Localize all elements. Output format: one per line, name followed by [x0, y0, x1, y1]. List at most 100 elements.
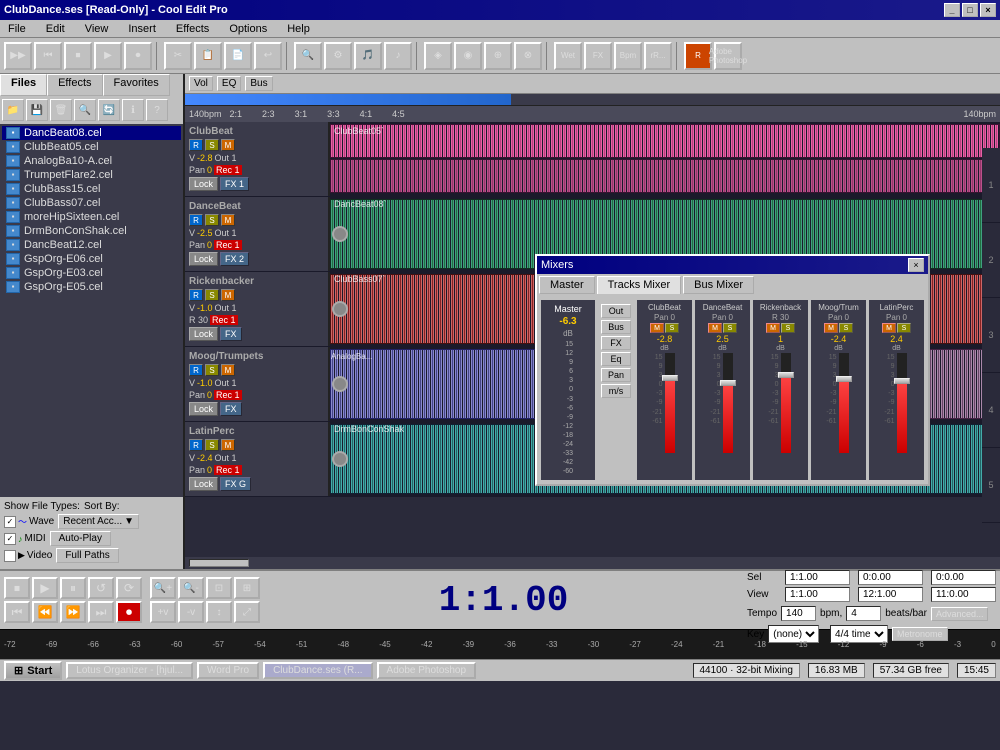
mixer-eq-button[interactable]: Eq — [601, 352, 631, 366]
fx-button[interactable]: FX G — [220, 477, 251, 491]
panel-save-btn[interactable]: 💾 — [26, 99, 48, 121]
panel-info-btn[interactable]: ℹ — [122, 99, 144, 121]
vol-button[interactable]: Vol — [189, 76, 213, 91]
file-item[interactable]: ▪ moreHipSixteen.cel — [2, 210, 181, 224]
file-item[interactable]: ▪ AnalogBa10-A.cel — [2, 154, 181, 168]
mute-button[interactable]: M — [221, 214, 235, 226]
zoom-fit-button[interactable]: ⊡ — [206, 577, 232, 599]
solo-button[interactable]: S — [205, 439, 219, 451]
record-arm-button[interactable]: R — [189, 214, 203, 226]
stop-button[interactable]: ⏹ — [4, 577, 30, 599]
mute-button[interactable]: M — [221, 289, 235, 301]
toolbar-btn-22[interactable]: R — [684, 42, 712, 70]
loop2-button[interactable]: ⟳ — [116, 577, 142, 599]
mute-button[interactable]: M — [221, 364, 235, 376]
zoom-full-button[interactable]: ⊞ — [234, 577, 260, 599]
tab-master[interactable]: Master — [539, 276, 595, 294]
mixer-close-button[interactable]: × — [908, 258, 924, 272]
menu-effects[interactable]: Effects — [172, 23, 213, 35]
toolbar-btn-17[interactable]: ⊗ — [514, 42, 542, 70]
tab-files[interactable]: Files — [0, 74, 47, 96]
channel-fader[interactable]: 15 9 3 0 -3 -9 -21 -61 — [761, 353, 801, 453]
mixer-ms-button[interactable]: m/s — [601, 384, 631, 398]
taskbar-clubdance[interactable]: ClubDance.ses (R... — [263, 662, 372, 679]
panel-delete-btn[interactable]: 🗑 — [50, 99, 72, 121]
lock-button[interactable]: Lock — [189, 177, 218, 191]
metronome-button[interactable]: Metronome — [892, 627, 948, 641]
mixer-bus-button[interactable]: Bus — [601, 320, 631, 334]
fast-forward-button[interactable]: ⏩ — [60, 601, 86, 623]
toolbar-btn-1[interactable]: ▶▶ — [4, 42, 32, 70]
forward-to-end-button[interactable]: ⏭ — [88, 601, 114, 623]
zoom-full-v-button[interactable]: ⤢ — [234, 601, 260, 623]
record-arm-button[interactable]: R — [189, 364, 203, 376]
start-button[interactable]: ⊞ Start — [4, 661, 62, 680]
taskbar-photoshop[interactable]: Adobe Photoshop — [377, 662, 477, 679]
toolbar-btn-15[interactable]: ◉ — [454, 42, 482, 70]
toolbar-btn-20[interactable]: Bpm — [614, 42, 642, 70]
autoplay-button[interactable]: Auto-Play — [50, 531, 111, 546]
zoom-out-button[interactable]: 🔍- — [178, 577, 204, 599]
menu-file[interactable]: File — [4, 23, 30, 35]
tab-bus-mixer[interactable]: Bus Mixer — [683, 276, 754, 294]
toolbar-btn-3[interactable]: ⏹ — [64, 42, 92, 70]
toolbar-btn-4[interactable]: ▶ — [94, 42, 122, 70]
mixer-out-button[interactable]: Out — [601, 304, 631, 318]
toolbar-btn-6[interactable]: ✂ — [164, 42, 192, 70]
toolbar-adobe[interactable]: Adobe Photoshop — [714, 42, 742, 70]
menu-help[interactable]: Help — [283, 23, 314, 35]
file-item[interactable]: ▪ ClubBeat05.cel — [2, 140, 181, 154]
fx-button[interactable]: FX 1 — [220, 177, 249, 191]
tempo-field[interactable]: 140 — [781, 606, 816, 621]
fader-handle[interactable] — [836, 376, 852, 382]
taskbar-lotus[interactable]: Lotus Organizer - [hjul... — [66, 662, 193, 679]
lock-button[interactable]: Lock — [189, 402, 218, 416]
file-item[interactable]: ▪ DrmBonConShak.cel — [2, 224, 181, 238]
panel-help-btn[interactable]: ? — [146, 99, 168, 121]
toolbar-btn-16[interactable]: ⊕ — [484, 42, 512, 70]
file-item[interactable]: ▪ TrumpetFlare2.cel — [2, 168, 181, 182]
file-item[interactable]: ▪ GspOrg-E05.cel — [2, 280, 181, 294]
full-paths-button[interactable]: Full Paths — [56, 548, 118, 563]
zoom-out-v-button[interactable]: -v — [178, 601, 204, 623]
channel-solo-button[interactable]: S — [723, 323, 737, 333]
channel-mute-button[interactable]: M — [650, 323, 664, 333]
fader-handle[interactable] — [662, 375, 678, 381]
channel-fader[interactable]: 15 9 3 0 -3 -9 -21 -61 — [703, 353, 743, 453]
toolbar-btn-11[interactable]: ⚙ — [324, 42, 352, 70]
fader-handle[interactable] — [894, 378, 910, 384]
fader-handle[interactable] — [778, 372, 794, 378]
rewind-to-start-button[interactable]: ⏮ — [4, 601, 30, 623]
channel-fader[interactable]: 15 9 3 0 -3 -9 -21 -61 — [877, 353, 917, 453]
video-checkbox[interactable] — [4, 550, 16, 562]
menu-edit[interactable]: Edit — [42, 23, 69, 35]
solo-button[interactable]: S — [205, 289, 219, 301]
sort-dropdown[interactable]: Recent Acc... ▼ — [58, 514, 139, 529]
toolbar-btn-5[interactable]: ⏺ — [124, 42, 152, 70]
lock-button[interactable]: Lock — [189, 327, 218, 341]
zoom-in-button[interactable]: 🔍+ — [150, 577, 176, 599]
toolbar-btn-18[interactable]: Wet — [554, 42, 582, 70]
channel-mute-button[interactable]: M — [708, 323, 722, 333]
advanced-button[interactable]: Advanced... — [931, 607, 989, 621]
pause-button[interactable]: ⏸ — [60, 577, 86, 599]
tab-tracks-mixer[interactable]: Tracks Mixer — [597, 276, 682, 294]
wave-checkbox[interactable]: ✓ — [4, 516, 16, 528]
panel-open-btn[interactable]: 📁 — [2, 99, 24, 121]
fx-button[interactable]: FX — [220, 402, 242, 416]
fx-button[interactable]: FX 2 — [220, 252, 249, 266]
minimize-button[interactable]: _ — [944, 3, 960, 17]
record-arm-button[interactable]: R — [189, 289, 203, 301]
toolbar-btn-21[interactable]: rR... — [644, 42, 672, 70]
toolbar-btn-9[interactable]: ↩ — [254, 42, 282, 70]
record-button[interactable]: ⏺ — [116, 601, 142, 623]
horizontal-scrollbar[interactable] — [189, 559, 249, 567]
toolbar-btn-19[interactable]: FX — [584, 42, 612, 70]
solo-button[interactable]: S — [205, 139, 219, 151]
close-button[interactable]: × — [980, 3, 996, 17]
solo-button[interactable]: S — [205, 214, 219, 226]
lock-button[interactable]: Lock — [189, 252, 218, 266]
channel-solo-button[interactable]: S — [839, 323, 853, 333]
solo-button[interactable]: S — [205, 364, 219, 376]
mixer-pan-button[interactable]: Pan — [601, 368, 631, 382]
